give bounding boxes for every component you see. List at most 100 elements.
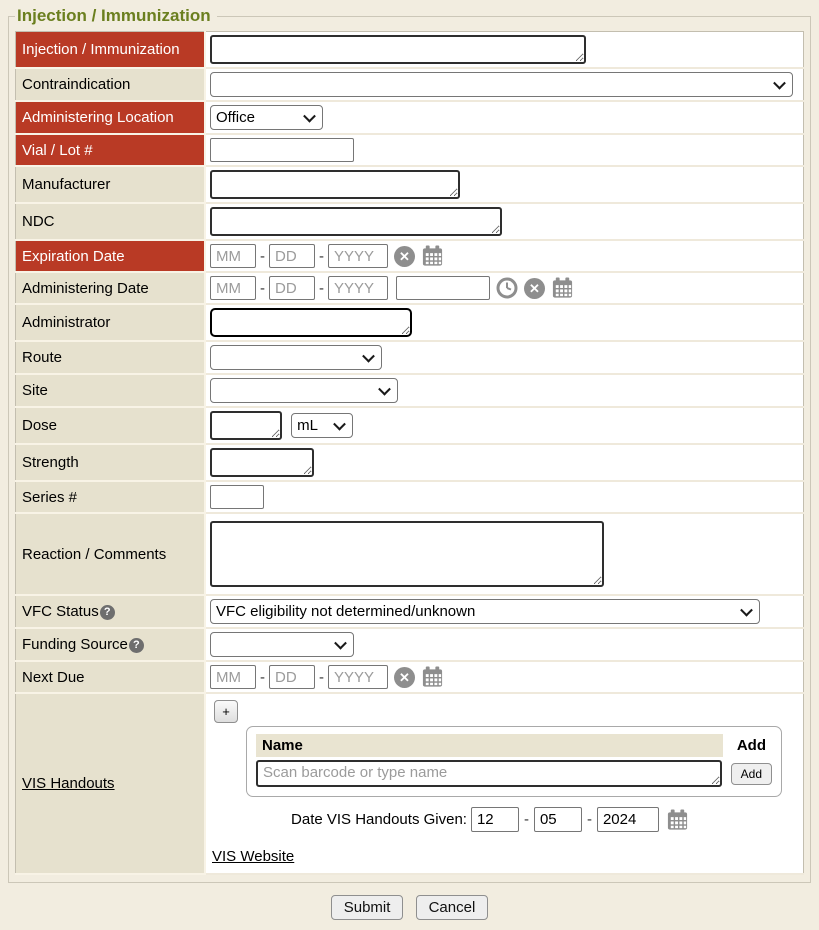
dose-unit-select[interactable]: mL <box>291 413 353 438</box>
row-contraindication: Contraindication <box>16 68 804 101</box>
row-vial-lot: Vial / Lot # <box>16 134 804 166</box>
clear-date-icon[interactable]: ✕ <box>524 278 545 299</box>
row-vfc-status: VFC Status? VFC eligibility not determin… <box>16 595 804 628</box>
site-label: Site <box>16 374 206 407</box>
expiration-year-input[interactable] <box>328 244 388 268</box>
vis-website-link[interactable]: VIS Website <box>212 848 294 865</box>
administering-date-label: Administering Date <box>16 272 206 304</box>
expiration-date-label: Expiration Date <box>16 240 206 272</box>
row-expiration-date: Expiration Date - - ✕ <box>16 240 804 272</box>
cancel-button[interactable]: Cancel <box>416 895 489 920</box>
calendar-icon[interactable] <box>421 666 444 688</box>
page-title: Injection / Immunization <box>15 6 217 26</box>
next-due-day-input[interactable] <box>269 665 315 689</box>
row-next-due: Next Due - - ✕ <box>16 661 804 693</box>
next-due-date-group: - - ✕ <box>210 665 444 689</box>
form-actions: Submit Cancel <box>0 895 819 920</box>
injection-form-table: Injection / Immunization Contraindicatio… <box>15 31 804 875</box>
next-due-year-input[interactable] <box>328 665 388 689</box>
date-separator: - <box>524 811 529 828</box>
vis-date-month-input[interactable] <box>471 807 519 832</box>
expiration-day-input[interactable] <box>269 244 315 268</box>
vial-lot-label: Vial / Lot # <box>16 134 206 166</box>
vfc-status-select[interactable]: VFC eligibility not determined/unknown <box>210 599 760 624</box>
manufacturer-label: Manufacturer <box>16 166 206 203</box>
row-administrator: Administrator <box>16 304 804 341</box>
vial-lot-input[interactable] <box>210 138 354 162</box>
vis-date-given-label: Date VIS Handouts Given: <box>291 811 467 828</box>
vis-name-header: Name <box>256 734 723 757</box>
contraindication-label: Contraindication <box>16 68 206 101</box>
row-vis-handouts: VIS Handouts + Name Add Add Date VIS Han… <box>16 693 804 874</box>
row-manufacturer: Manufacturer <box>16 166 804 203</box>
help-icon[interactable]: ? <box>100 605 115 620</box>
calendar-icon[interactable] <box>421 245 444 267</box>
vis-handouts-panel: Name Add Add <box>246 726 782 797</box>
route-select[interactable] <box>210 345 382 370</box>
vis-scan-input[interactable] <box>256 760 722 787</box>
dose-input[interactable] <box>210 411 282 440</box>
vis-add-header: Add <box>723 734 772 757</box>
reaction-comments-input[interactable] <box>210 521 604 587</box>
administering-month-input[interactable] <box>210 276 256 300</box>
calendar-icon[interactable] <box>551 277 574 299</box>
vis-handouts-label-link[interactable]: VIS Handouts <box>22 775 115 792</box>
ndc-input[interactable] <box>210 207 502 236</box>
date-separator: - <box>319 280 324 297</box>
administering-year-input[interactable] <box>328 276 388 300</box>
row-route: Route <box>16 341 804 374</box>
administering-day-input[interactable] <box>269 276 315 300</box>
route-label: Route <box>16 341 206 374</box>
contraindication-select[interactable] <box>210 72 793 97</box>
submit-button[interactable]: Submit <box>331 895 404 920</box>
clock-icon[interactable] <box>496 277 518 299</box>
date-separator: - <box>587 811 592 828</box>
vis-date-year-input[interactable] <box>597 807 659 832</box>
vis-date-given-group: Date VIS Handouts Given: - - <box>210 807 770 832</box>
date-separator: - <box>260 280 265 297</box>
add-vis-row-button[interactable]: + <box>214 700 238 723</box>
dose-label: Dose <box>16 407 206 444</box>
row-series: Series # <box>16 481 804 513</box>
manufacturer-input[interactable] <box>210 170 460 199</box>
contraindication-select-wrap <box>210 72 793 97</box>
clear-date-icon[interactable]: ✕ <box>394 246 415 267</box>
vis-handouts-label: VIS Handouts <box>16 693 206 874</box>
row-administering-location: Administering Location Office <box>16 101 804 134</box>
row-strength: Strength <box>16 444 804 481</box>
administrator-label: Administrator <box>16 304 206 341</box>
series-input[interactable] <box>210 485 264 509</box>
funding-source-select[interactable] <box>210 632 354 657</box>
row-ndc: NDC <box>16 203 804 240</box>
site-select[interactable] <box>210 378 398 403</box>
clear-date-icon[interactable]: ✕ <box>394 667 415 688</box>
expiration-date-group: - - ✕ <box>210 244 444 268</box>
date-separator: - <box>260 669 265 686</box>
vis-add-button[interactable]: Add <box>731 763 772 785</box>
date-separator: - <box>260 248 265 265</box>
row-dose: Dose mL <box>16 407 804 444</box>
help-icon[interactable]: ? <box>129 638 144 653</box>
funding-source-label: Funding Source? <box>16 628 206 661</box>
strength-input[interactable] <box>210 448 314 477</box>
administering-date-group: - - ✕ <box>210 276 574 300</box>
administering-location-label: Administering Location <box>16 101 206 134</box>
calendar-icon[interactable] <box>666 809 689 831</box>
administrator-input[interactable] <box>210 308 412 337</box>
injection-input[interactable] <box>210 35 586 64</box>
ndc-label: NDC <box>16 203 206 240</box>
strength-label: Strength <box>16 444 206 481</box>
row-injection: Injection / Immunization <box>16 32 804 69</box>
date-separator: - <box>319 669 324 686</box>
reaction-label: Reaction / Comments <box>16 513 206 595</box>
expiration-month-input[interactable] <box>210 244 256 268</box>
next-due-label: Next Due <box>16 661 206 693</box>
administering-location-select[interactable]: Office <box>210 105 323 130</box>
row-funding-source: Funding Source? <box>16 628 804 661</box>
row-reaction: Reaction / Comments <box>16 513 804 595</box>
administering-time-input[interactable] <box>396 276 490 300</box>
vis-date-day-input[interactable] <box>534 807 582 832</box>
injection-immunization-form: Injection / Immunization Injection / Imm… <box>8 6 811 883</box>
next-due-month-input[interactable] <box>210 665 256 689</box>
row-site: Site <box>16 374 804 407</box>
